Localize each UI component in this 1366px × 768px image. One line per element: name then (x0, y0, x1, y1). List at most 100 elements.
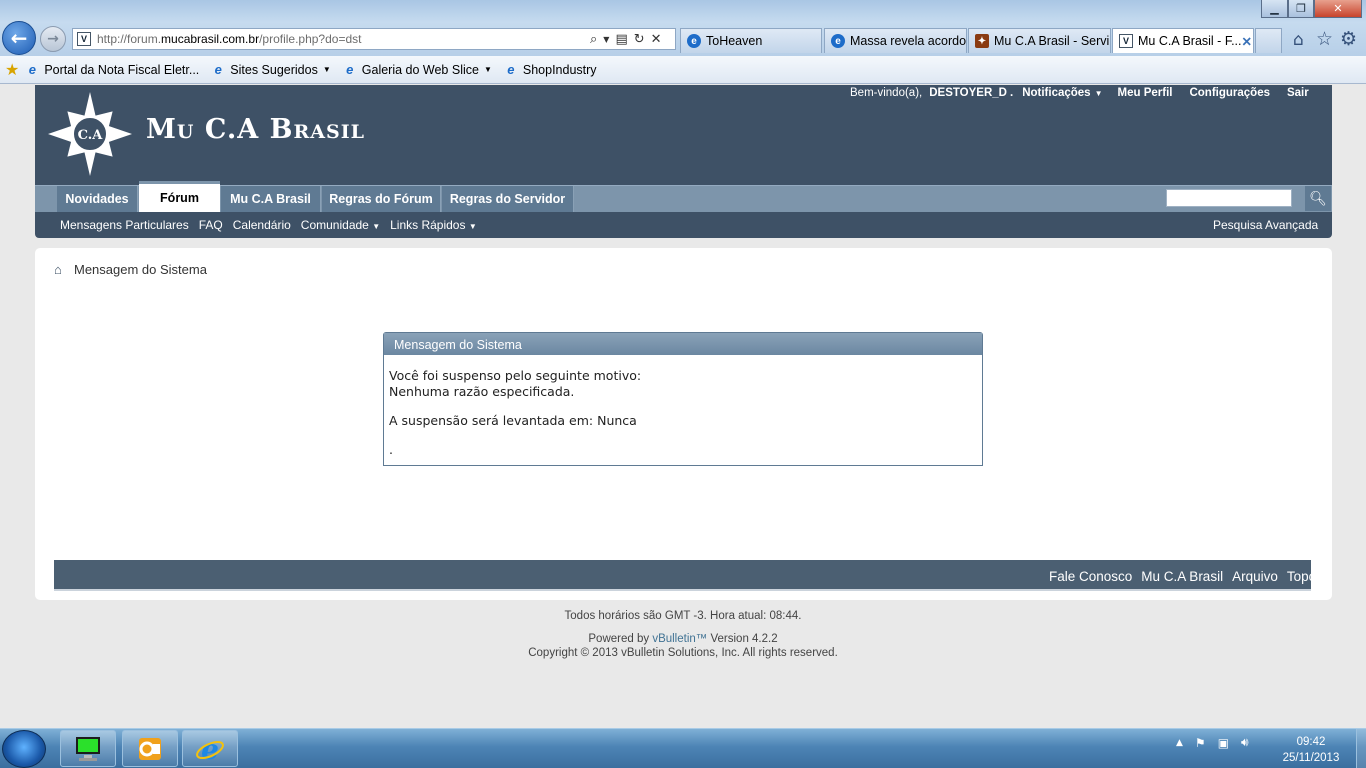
username-link[interactable]: DESTOYER_D (929, 87, 1007, 101)
chevron-down-icon: ▼ (1094, 89, 1103, 98)
search-button[interactable]: 🔍︎ (1305, 186, 1331, 211)
tab-forum[interactable]: Fórum (139, 181, 220, 212)
tab-regras-forum[interactable]: Regras do Fórum (322, 186, 441, 212)
maximize-button[interactable]: ❐ (1288, 0, 1314, 18)
favorite-sites-sugeridos[interactable]: e Sites Sugeridos ▼ (211, 62, 331, 77)
home-icon[interactable]: ⌂ (1293, 30, 1304, 50)
close-window-button[interactable]: ✕ (1314, 0, 1362, 18)
svg-text:e: e (201, 734, 219, 764)
new-tab-button[interactable] (1255, 28, 1282, 53)
chevron-down-icon: ▼ (322, 65, 331, 74)
favorite-shopindustry[interactable]: e ShopIndustry (504, 62, 597, 77)
tab-mu-ca-brasil[interactable]: Mu C.A Brasil (221, 186, 321, 212)
tab-toheaven[interactable]: e ToHeaven (680, 28, 822, 53)
ie-page-icon: e (687, 34, 701, 48)
action-center-flag-icon[interactable]: ⚑ (1195, 736, 1206, 750)
ie-page-icon: e (214, 62, 222, 77)
footer-contact-link[interactable]: Fale Conosco (1049, 569, 1132, 584)
tab-label: Mu C.A Brasil - Servi... (994, 34, 1111, 48)
advanced-search-link[interactable]: Pesquisa Avançada (1213, 218, 1318, 232)
address-bar[interactable]: V http://forum. mucabrasil.com.br/profile… (72, 28, 676, 50)
message-line: Você foi suspenso pelo seguinte motivo: (389, 368, 642, 383)
outlook-icon (139, 737, 161, 760)
site-favicon-icon: V (77, 32, 91, 46)
address-path: /profile.php?do=dst (259, 32, 362, 46)
favorites-star-icon[interactable]: ☆ (1316, 28, 1333, 50)
tab-novidades[interactable]: Novidades (57, 186, 138, 212)
clock-time: 09:42 (1296, 736, 1326, 748)
search-icon[interactable]: ⌕ (590, 32, 597, 47)
stop-icon[interactable]: ✕ (651, 32, 662, 47)
favorite-label: Galeria do Web Slice (361, 62, 479, 77)
footer-links: Fale Conosco Mu C.A Brasil Arquivo Topo (1049, 569, 1316, 584)
network-icon[interactable]: ▣ (1218, 736, 1229, 750)
site-logo-text[interactable]: Mu C.A Brasil (146, 114, 365, 145)
favorite-label: Sites Sugeridos (230, 62, 318, 77)
home-icon[interactable]: ⌂ (54, 262, 68, 277)
sub-nav-quick-links-label: Links Rápidos (390, 218, 466, 232)
footer-top-link[interactable]: Topo (1287, 569, 1316, 584)
favorites-bar: ★ e Portal da Nota Fiscal Eletr... e Sites… (0, 56, 1366, 84)
favorite-portal-nf[interactable]: e Portal da Nota Fiscal Eletr... (25, 62, 200, 77)
tab-massa[interactable]: e Massa revela acordo... (824, 28, 967, 53)
dropdown-icon[interactable]: ▼ (603, 35, 609, 44)
notifications-link[interactable]: Notificações (1022, 87, 1090, 101)
back-button[interactable]: ← (2, 21, 36, 55)
sub-nav-quick-links[interactable]: Links Rápidos ▼ (390, 218, 477, 232)
sub-nav-calendar[interactable]: Calendário (233, 218, 291, 232)
address-prefix: http://forum. (97, 32, 162, 46)
copyright-text: Copyright © 2013 vBulletin Solutions, In… (528, 647, 838, 659)
arrow-right-icon: → (47, 31, 59, 47)
welcome-text: Bem-vindo(a), (850, 87, 923, 99)
footer-archive-link[interactable]: Arquivo (1232, 569, 1278, 584)
taskbar-app-outlook[interactable] (122, 730, 178, 767)
vbulletin-link[interactable]: vBulletin™ (652, 633, 707, 645)
sub-nav-private-messages[interactable]: Mensagens Particulares (60, 218, 189, 232)
show-desktop-button[interactable] (1356, 729, 1366, 768)
settings-link[interactable]: Configurações (1189, 87, 1270, 101)
logout-link[interactable]: Sair (1287, 87, 1309, 101)
forward-button[interactable]: → (40, 26, 66, 52)
footer-home-link[interactable]: Mu C.A Brasil (1141, 569, 1223, 584)
taskbar-app-network[interactable] (60, 730, 116, 767)
ie-page-icon: e (507, 62, 515, 77)
gear-icon[interactable]: ⚙ (1340, 28, 1357, 50)
profile-link[interactable]: Meu Perfil (1118, 87, 1173, 101)
volume-icon[interactable]: 🔊︎ (1241, 735, 1249, 750)
sub-nav-community-label: Comunidade (300, 218, 369, 232)
start-button[interactable] (2, 730, 46, 768)
chevron-down-icon: ▼ (468, 222, 477, 231)
favorite-galeria-web-slice[interactable]: e Galeria do Web Slice ▼ (343, 62, 492, 77)
internet-explorer-icon: e (196, 734, 224, 764)
logo-compass-icon[interactable]: C.A (48, 92, 132, 176)
close-tab-icon[interactable]: ✕ (1242, 34, 1252, 49)
minimize-button[interactable]: ▁ (1261, 0, 1288, 18)
system-message-title: Mensagem do Sistema (384, 333, 982, 355)
refresh-icon[interactable]: ↻ (634, 32, 645, 47)
ie-page-icon: e (831, 34, 845, 48)
favorites-star-icon[interactable]: ★ (5, 60, 19, 80)
sub-nav-community[interactable]: Comunidade ▼ (301, 218, 380, 232)
breadcrumb-current: Mensagem do Sistema (74, 262, 207, 277)
ie-page-icon: e (28, 62, 36, 77)
sub-nav-faq[interactable]: FAQ (199, 218, 223, 232)
tab-mu-servidor[interactable]: ✦ Mu C.A Brasil - Servi... (968, 28, 1111, 53)
ie-page-icon: e (346, 62, 354, 77)
system-tray: ▲ ⚑ ▣ 🔊︎ (1176, 735, 1249, 750)
compatibility-icon[interactable]: ▤ (615, 32, 627, 47)
vbulletin-favicon-icon: V (1119, 34, 1133, 48)
clock[interactable]: 09:42 25/11/2013 (1276, 734, 1346, 766)
powered-prefix: Powered by (588, 633, 653, 645)
favorite-label: Portal da Nota Fiscal Eletr... (44, 62, 200, 77)
computer-monitor-icon (76, 736, 100, 761)
tab-regras-servidor[interactable]: Regras do Servidor (442, 186, 574, 212)
timezone-text: Todos horários são GMT -3. Hora atual: 0… (564, 610, 802, 622)
tab-mu-forum[interactable]: V Mu C.A Brasil - F... ✕ (1112, 28, 1254, 53)
taskbar-app-ie[interactable]: e (182, 730, 238, 767)
search-input[interactable] (1166, 189, 1292, 207)
tab-label: ToHeaven (706, 34, 763, 48)
show-hidden-icons-icon[interactable]: ▲ (1176, 738, 1183, 748)
powered-suffix: Version 4.2.2 (707, 633, 778, 645)
favorite-label: ShopIndustry (522, 62, 597, 77)
tab-label: Mu C.A Brasil - F... (1138, 34, 1242, 48)
